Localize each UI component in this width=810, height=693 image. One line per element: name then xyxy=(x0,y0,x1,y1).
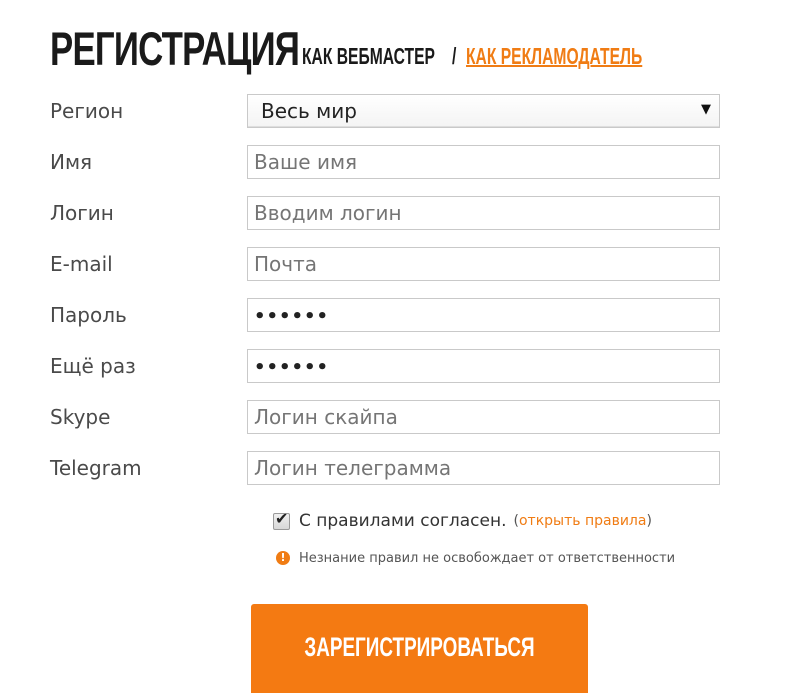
role-webmaster: КАК ВЕБМАСТЕР xyxy=(302,43,435,69)
password-value: •••••• xyxy=(254,306,330,327)
role-advertiser-link[interactable]: КАК РЕКЛАМОДАТЕЛЬ xyxy=(466,45,642,68)
page-title: РЕГИСТРАЦИЯ xyxy=(50,22,300,75)
telegram-input[interactable] xyxy=(247,451,720,485)
name-label: Имя xyxy=(50,150,93,174)
login-input[interactable] xyxy=(247,196,720,230)
telegram-label: Telegram xyxy=(50,456,142,480)
email-label: E-mail xyxy=(50,252,113,276)
login-label: Логин xyxy=(50,201,114,225)
rules-notice: ! Незнание правил не освобождает от отве… xyxy=(276,548,760,568)
skype-input[interactable] xyxy=(247,400,720,434)
open-rules-suffix: ) xyxy=(646,513,652,529)
region-label: Регион xyxy=(50,99,124,123)
name-row: Имя xyxy=(50,145,730,179)
password-repeat-value: •••••• xyxy=(254,357,330,378)
role-separator: / xyxy=(452,43,457,69)
name-input[interactable] xyxy=(247,145,720,179)
telegram-row: Telegram xyxy=(50,451,730,485)
dropdown-arrow-icon: ▼ xyxy=(701,102,711,117)
agree-checkbox[interactable]: ✔ xyxy=(273,509,290,530)
checkmark-icon: ✔ xyxy=(275,508,289,528)
region-select[interactable]: Весь мир ▼ xyxy=(247,94,720,128)
email-row: E-mail xyxy=(50,247,730,281)
open-rules: (открыть правила) xyxy=(514,513,652,529)
region-row: Регион Весь мир ▼ xyxy=(50,94,730,128)
warning-icon: ! xyxy=(276,551,290,565)
region-selected-value: Весь мир xyxy=(261,99,357,123)
password-repeat-row: Ещё раз •••••• xyxy=(50,349,730,383)
password-repeat-input[interactable]: •••••• xyxy=(247,349,720,383)
login-row: Логин xyxy=(50,196,730,230)
password-row: Пароль •••••• xyxy=(50,298,730,332)
password-input[interactable]: •••••• xyxy=(247,298,720,332)
password-repeat-label: Ещё раз xyxy=(50,354,136,378)
agree-label: С правилами согласен. xyxy=(299,511,507,531)
skype-label: Skype xyxy=(50,405,111,429)
rules-agreement: ✔ С правилами согласен. (открыть правила… xyxy=(273,509,652,533)
password-label: Пароль xyxy=(50,303,127,327)
open-rules-link[interactable]: открыть правила xyxy=(519,513,646,529)
skype-row: Skype xyxy=(50,400,730,434)
register-button-label: ЗАРЕГИСТРИРОВАТЬСЯ xyxy=(304,632,535,662)
register-button[interactable]: ЗАРЕГИСТРИРОВАТЬСЯ xyxy=(251,604,588,693)
registration-header: РЕГИСТРАЦИЯ КАК ВЕБМАСТЕР / КАК РЕКЛАМОД… xyxy=(50,20,725,72)
email-input[interactable] xyxy=(247,247,720,281)
notice-text: Незнание правил не освобождает от ответс… xyxy=(299,550,676,566)
